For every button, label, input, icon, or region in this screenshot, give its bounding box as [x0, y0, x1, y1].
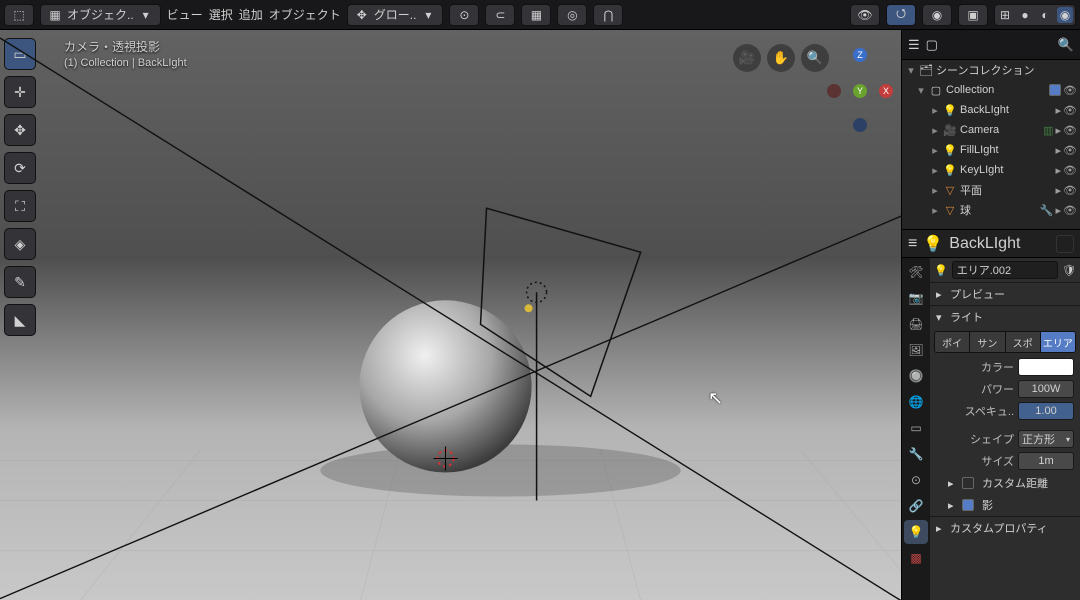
light-type-spot[interactable]: スポ	[1006, 332, 1041, 352]
light-specular-input[interactable]: 1.00	[1018, 402, 1074, 420]
panel-light[interactable]: ▾ライト	[930, 306, 1080, 328]
gizmo-icon: ⭯	[893, 7, 909, 23]
solid-shading-icon[interactable]: ●	[1017, 7, 1033, 23]
light-shape-dropdown[interactable]: 正方形▾	[1018, 430, 1074, 448]
light-type-area[interactable]: エリア	[1041, 332, 1075, 352]
shield-icon[interactable]: 🛡	[1062, 264, 1076, 277]
falloff-icon: ⋂	[600, 7, 616, 23]
search-icon[interactable]: 🔍	[1058, 37, 1074, 53]
snap-target[interactable]: ▦	[521, 4, 551, 26]
display-mode-icon[interactable]: ▢	[926, 37, 938, 53]
matprev-shading-icon[interactable]: ◐	[1037, 7, 1053, 23]
properties-panel[interactable]: 💡 エリア.002 🛡 ▸プレビュー ▾ライト ポイ サン	[930, 258, 1080, 600]
right-sidebar: ☰ ▢ 🔍 ▾🗂 シーンコレクション ▾▢Collection👁▸💡BackLI…	[901, 30, 1080, 600]
panel-shadow[interactable]: ▸影	[930, 494, 1080, 516]
gizmo-toggle[interactable]: ⭯	[886, 4, 916, 26]
orientation-dropdown[interactable]: ✥グロー..▾	[347, 4, 444, 26]
outliner-item[interactable]: ▸💡FillLIght▸👁	[902, 140, 1080, 160]
light-type-sun[interactable]: サン	[970, 332, 1005, 352]
light-datablock-icon: 💡	[934, 264, 948, 277]
light-power-input[interactable]: 100W	[1018, 380, 1074, 398]
menu-view[interactable]: ビュー	[167, 6, 203, 23]
scene-overlay	[0, 30, 901, 600]
xray-toggle[interactable]: ▣	[958, 4, 988, 26]
xray-icon: ▣	[965, 7, 981, 23]
tab-tool[interactable]: 🛠	[904, 260, 928, 284]
tab-scene[interactable]: 🔘	[904, 364, 928, 388]
chevron-down-icon: ▾	[138, 7, 154, 23]
falloff-dropdown[interactable]: ⋂	[593, 4, 623, 26]
3d-viewport[interactable]: ▭ ✛ ✥ ⟳ ⛶ ◈ ✎ ◣ カメラ・透視投影 (1) Collection …	[0, 30, 901, 600]
outliner-scene-collection[interactable]: ▾🗂 シーンコレクション	[902, 60, 1080, 80]
overlays-toggle[interactable]: ◉	[922, 4, 952, 26]
tab-data[interactable]: 💡	[904, 520, 928, 544]
tab-object[interactable]: ▭	[904, 416, 928, 440]
rendered-shading-icon[interactable]: ◉	[1057, 7, 1073, 23]
orientation-icon: ✥	[354, 7, 370, 23]
panel-custom-distance[interactable]: ▸カスタム距離	[930, 472, 1080, 494]
proportional-icon: ◎	[564, 7, 580, 23]
outliner-item[interactable]: ▾▢Collection👁	[902, 80, 1080, 100]
editor-type-dropdown[interactable]: ⬚	[4, 4, 34, 26]
shading-modes[interactable]: ⊞ ● ◐ ◉	[994, 4, 1076, 26]
eye-icon: 👁	[857, 7, 873, 23]
snap-target-icon: ▦	[528, 7, 544, 23]
tab-render[interactable]: 📷	[904, 286, 928, 310]
light-icon: 💡	[923, 234, 943, 254]
outliner-item[interactable]: ▸💡BackLIght▸👁	[902, 100, 1080, 120]
chevron-down-icon: ▾	[420, 7, 436, 23]
light-type-point[interactable]: ポイ	[935, 332, 970, 352]
overlay-icon: ◉	[929, 7, 945, 23]
mode-dropdown[interactable]: ▦オブジェク..▾	[40, 4, 161, 26]
properties-editor-icon[interactable]: ≡	[908, 235, 917, 253]
snap-toggle[interactable]: ⊂	[485, 4, 515, 26]
panel-custom-props[interactable]: ▸カスタムプロパティ	[930, 517, 1080, 539]
tab-texture[interactable]: ▩	[904, 546, 928, 570]
pivot-icon: ⊙	[456, 7, 472, 23]
outliner-item[interactable]: ▸💡KeyLIght▸👁	[902, 160, 1080, 180]
outliner-item[interactable]: ▸🎥Camera▥▸👁	[902, 120, 1080, 140]
tab-modifier[interactable]: 🔧	[904, 442, 928, 466]
pivot-dropdown[interactable]: ⊙	[449, 4, 479, 26]
outliner-editor-icon[interactable]: ☰	[908, 37, 920, 53]
tab-constraint[interactable]: 🔗	[904, 494, 928, 518]
tab-physics[interactable]: ⊙	[904, 468, 928, 492]
menu-select[interactable]: 選択	[209, 6, 233, 23]
grid-icon: ⬚	[11, 7, 27, 23]
top-header: ⬚ ▦オブジェク..▾ ビュー 選択 追加 オブジェクト ✥グロー..▾ ⊙ ⊂…	[0, 0, 1080, 30]
object-mode-icon: ▦	[47, 7, 63, 23]
pin-icon[interactable]	[1056, 235, 1074, 253]
menu-add[interactable]: 追加	[239, 6, 263, 23]
properties-header: ≡ 💡 BackLIght	[902, 230, 1080, 258]
wireframe-shading-icon[interactable]: ⊞	[997, 7, 1013, 23]
panel-preview[interactable]: ▸プレビュー	[930, 283, 1080, 305]
datablock-name-input[interactable]: エリア.002	[952, 261, 1058, 279]
menu-object[interactable]: オブジェクト	[269, 6, 341, 23]
properties-tabs: 🛠 📷 🖨 🖼 🔘 🌐 ▭ 🔧 ⊙ 🔗 💡 ▩	[902, 258, 930, 600]
light-color-swatch[interactable]	[1018, 358, 1074, 376]
light-size-input[interactable]: 1m	[1018, 452, 1074, 470]
datablock-crumb: 💡 エリア.002 🛡	[930, 258, 1080, 282]
tab-viewlayer[interactable]: 🖼	[904, 338, 928, 362]
light-type-buttons: ポイ サン スポ エリア	[934, 331, 1076, 353]
outliner-item[interactable]: ▸▽平面▸👁	[902, 180, 1080, 200]
active-object-label: BackLIght	[949, 235, 1050, 253]
visibility-dropdown[interactable]: 👁	[850, 4, 880, 26]
outliner-item[interactable]: ▸▽球🔧▸👁	[902, 200, 1080, 220]
magnet-icon: ⊂	[492, 7, 508, 23]
tab-world[interactable]: 🌐	[904, 390, 928, 414]
tab-output[interactable]: 🖨	[904, 312, 928, 336]
proportional-edit[interactable]: ◎	[557, 4, 587, 26]
outliner[interactable]: ▾🗂 シーンコレクション ▾▢Collection👁▸💡BackLIght▸👁▸…	[902, 60, 1080, 230]
outliner-header: ☰ ▢ 🔍	[902, 30, 1080, 60]
mode-label: オブジェク..	[67, 6, 134, 23]
